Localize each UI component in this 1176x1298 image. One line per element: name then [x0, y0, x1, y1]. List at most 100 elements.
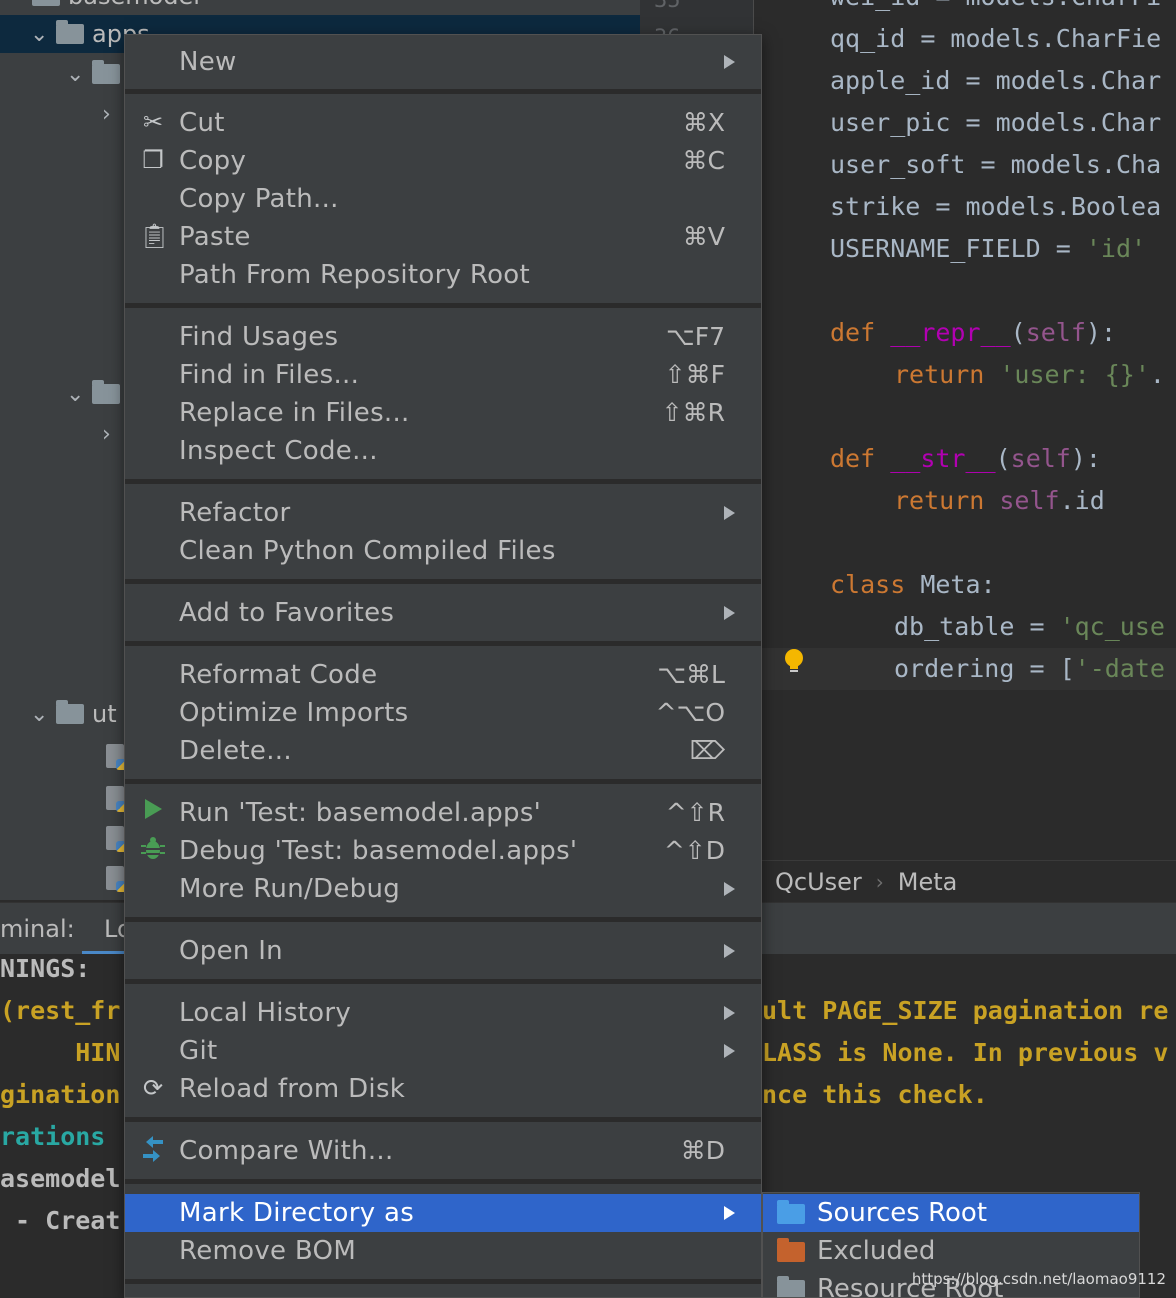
menu-item-find-in-files[interactable]: Find in Files... ⇧⌘F	[125, 356, 761, 394]
submenu-arrow-icon	[724, 882, 735, 896]
terminal-line: - Creat	[0, 1206, 121, 1235]
context-menu: New ✂ Cut ⌘X ❐ Copy ⌘C Copy Path... 📋︎ Pas…	[124, 34, 762, 1298]
terminal-line: (rest_fr	[0, 996, 121, 1025]
tree-item-package[interactable]: ⌄	[66, 56, 128, 92]
code-line: ordering = ['-date	[894, 654, 1165, 683]
code-line: user_soft = models.Cha	[830, 150, 1162, 179]
folder-icon	[56, 20, 84, 44]
menu-item-debug[interactable]: Debug 'Test: basemodel.apps' ^⇧D	[125, 832, 761, 870]
menu-item-open-in[interactable]: Open In	[125, 932, 761, 970]
menu-separator	[125, 917, 761, 922]
submenu-item-excluded[interactable]: Excluded	[763, 1232, 1139, 1270]
resource-folder-icon	[777, 1276, 805, 1297]
scissors-icon: ✂	[142, 108, 164, 136]
menu-item-remove-bom[interactable]: Remove BOM	[125, 1232, 761, 1270]
watermark: https://blog.csdn.net/laomao9112	[911, 1270, 1166, 1288]
menu-item-mark-directory-as[interactable]: Mark Directory as	[125, 1194, 761, 1232]
package-icon	[92, 380, 120, 404]
menu-separator	[125, 303, 761, 308]
line-number: 35	[654, 0, 681, 13]
menu-item-optimize-imports[interactable]: Optimize Imports ^⌥O	[125, 694, 761, 732]
menu-item-inspect-code[interactable]: Inspect Code...	[125, 432, 761, 470]
tree-item-basemodel[interactable]: basemodel	[32, 0, 200, 14]
terminal-line-continued: nce this check.	[762, 1080, 988, 1109]
folder-icon	[56, 700, 84, 724]
submenu-arrow-icon	[724, 1006, 735, 1020]
code-line: apple_id = models.Char	[830, 66, 1162, 95]
code-line: user_pic = models.Char	[830, 108, 1162, 137]
submenu-arrow-icon	[724, 506, 735, 520]
terminal-title: minal:	[0, 915, 75, 943]
breadcrumb-item-meta[interactable]: Meta	[898, 868, 958, 896]
chevron-down-icon[interactable]: ⌄	[66, 62, 92, 87]
compare-arrows-icon	[139, 1136, 167, 1164]
tree-item-label: basemodel	[68, 0, 200, 10]
code-line: qq_id = models.CharFie	[830, 24, 1162, 53]
lightbulb-icon[interactable]	[783, 648, 805, 674]
terminal-line: NINGS:	[0, 954, 91, 983]
menu-separator	[125, 1279, 761, 1284]
bug-icon	[139, 836, 167, 864]
menu-separator	[125, 979, 761, 984]
menu-separator	[125, 89, 761, 94]
python-file-icon[interactable]	[106, 744, 127, 770]
menu-item-local-history[interactable]: Local History	[125, 994, 761, 1032]
menu-item-git[interactable]: Git	[125, 1032, 761, 1070]
menu-item-path-from-repo[interactable]: Path From Repository Root	[125, 256, 761, 294]
menu-item-more-run-debug[interactable]: More Run/Debug	[125, 870, 761, 908]
breadcrumb-item-qcuser[interactable]: QcUser	[775, 868, 862, 896]
code-editor[interactable]: wei_id = models.CharFi qq_id = models.Ch…	[755, 0, 1176, 860]
terminal-line: HIN	[0, 1038, 121, 1067]
submenu-item-sources-root[interactable]: Sources Root	[763, 1194, 1139, 1232]
terminal-line: asemodel	[0, 1164, 121, 1193]
menu-item-new[interactable]: New	[125, 43, 761, 81]
submenu-arrow-icon	[724, 1206, 735, 1220]
python-file-icon[interactable]	[106, 826, 127, 852]
menu-item-find-usages[interactable]: Find Usages ⌥F7	[125, 318, 761, 356]
package-icon	[92, 60, 120, 84]
code-line: return 'user: {}'.	[894, 360, 1165, 389]
menu-item-add-favorites[interactable]: Add to Favorites	[125, 594, 761, 632]
menu-item-refactor[interactable]: Refactor	[125, 494, 761, 532]
tree-item-package[interactable]: ⌄	[66, 376, 128, 412]
breadcrumb: QcUser › Meta	[755, 860, 1176, 903]
clipboard-icon: 📋︎	[139, 222, 170, 250]
menu-item-copy[interactable]: ❐ Copy ⌘C	[125, 142, 761, 180]
code-line: strike = models.Boolea	[830, 192, 1162, 221]
code-line: def __str__(self):	[830, 444, 1101, 473]
menu-item-reload[interactable]: ⟳ Reload from Disk	[125, 1070, 761, 1108]
menu-item-reformat[interactable]: Reformat Code ⌥⌘L	[125, 656, 761, 694]
code-line: def __repr__(self):	[830, 318, 1117, 347]
menu-item-cut[interactable]: ✂ Cut ⌘X	[125, 104, 761, 142]
chevron-right-icon: ›	[875, 870, 884, 894]
menu-item-copy-path[interactable]: Copy Path...	[125, 180, 761, 218]
submenu-arrow-icon	[724, 55, 735, 69]
menu-item-run[interactable]: Run 'Test: basemodel.apps' ^⇧R	[125, 794, 761, 832]
submenu-arrow-icon	[724, 1044, 735, 1058]
code-line: USERNAME_FIELD = 'id'	[830, 234, 1147, 263]
tree-item-utils[interactable]: ⌄ ut	[30, 696, 117, 732]
menu-item-paste[interactable]: 📋︎ Paste ⌘V	[125, 218, 761, 256]
copy-icon: ❐	[142, 146, 164, 174]
menu-item-delete[interactable]: Delete... ⌦	[125, 732, 761, 770]
menu-item-replace-in-files[interactable]: Replace in Files... ⇧⌘R	[125, 394, 761, 432]
menu-separator	[125, 641, 761, 646]
menu-item-compare-with[interactable]: Compare With... ⌘D	[125, 1132, 761, 1170]
menu-item-clean-python[interactable]: Clean Python Compiled Files	[125, 532, 761, 570]
terminal-line-continued: ult PAGE_SIZE pagination re	[762, 996, 1169, 1025]
terminal-line-continued: LASS is None. In previous v	[762, 1038, 1169, 1067]
menu-separator	[125, 1179, 761, 1184]
code-line: db_table = 'qc_use	[894, 612, 1165, 641]
menu-separator	[125, 579, 761, 584]
code-line: return self.id	[894, 486, 1105, 515]
python-file-icon[interactable]	[106, 866, 127, 892]
sources-folder-icon	[777, 1200, 805, 1224]
run-icon	[139, 798, 167, 826]
chevron-down-icon[interactable]: ⌄	[30, 702, 56, 727]
terminal-line: rations	[0, 1122, 106, 1151]
chevron-down-icon[interactable]: ⌄	[30, 22, 56, 47]
chevron-down-icon[interactable]: ⌄	[66, 382, 92, 407]
tree-item-label: ut	[92, 700, 117, 728]
python-file-icon[interactable]	[106, 786, 127, 812]
refresh-icon: ⟳	[142, 1074, 164, 1102]
